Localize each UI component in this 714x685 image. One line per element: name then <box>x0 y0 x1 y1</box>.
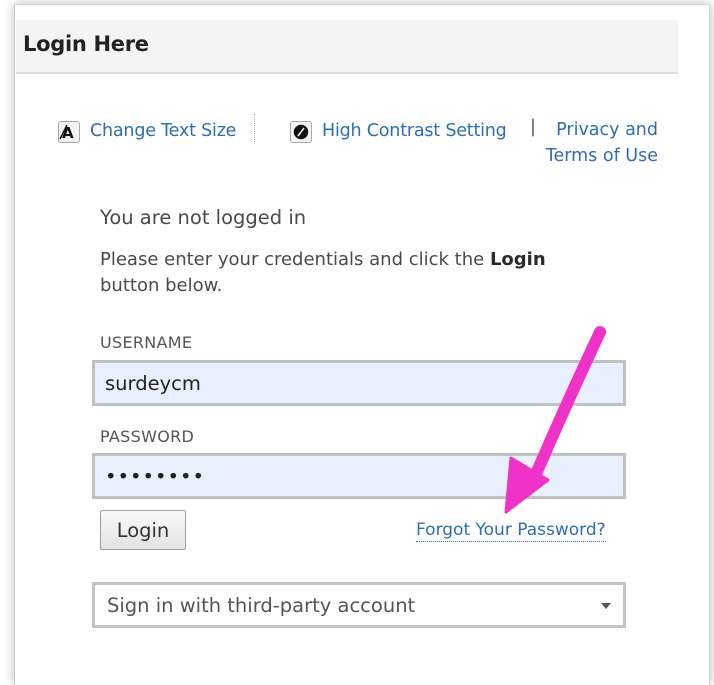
chevron-down-icon[interactable] <box>601 603 611 609</box>
page-title: Login Here <box>23 32 149 56</box>
instructions-bold: Login <box>489 249 546 270</box>
third-party-select-value: Sign in with third-party account <box>107 594 416 617</box>
login-button[interactable]: Login <box>100 510 186 550</box>
privacy-line-1[interactable]: Privacy and <box>528 117 658 143</box>
privacy-line-2[interactable]: Terms of Use <box>528 143 658 169</box>
svg-text:A: A <box>62 124 74 142</box>
login-instructions: Please enter your credentials and click … <box>100 247 610 299</box>
high-contrast-link[interactable]: High Contrast Setting <box>322 121 507 141</box>
third-party-signin-select[interactable]: Sign in with third-party account <box>92 582 626 628</box>
instructions-text: Please enter your credentials and click … <box>100 249 490 270</box>
instructions-text-end: button below. <box>100 275 223 296</box>
panel-header: Login Here <box>16 20 678 74</box>
contrast-icon[interactable] <box>290 121 312 143</box>
toolbar-divider <box>254 114 255 144</box>
username-label: USERNAME <box>100 333 193 352</box>
forgot-password-link[interactable]: Forgot Your Password? <box>416 519 606 542</box>
username-input[interactable] <box>92 360 626 406</box>
change-text-size-link[interactable]: Change Text Size <box>90 121 236 141</box>
password-label: PASSWORD <box>100 427 195 446</box>
login-status-text: You are not logged in <box>100 206 307 229</box>
text-size-icon[interactable]: A <box>58 121 80 143</box>
password-input[interactable] <box>92 453 626 499</box>
privacy-terms-link[interactable]: Privacy and Terms of Use <box>528 117 658 169</box>
